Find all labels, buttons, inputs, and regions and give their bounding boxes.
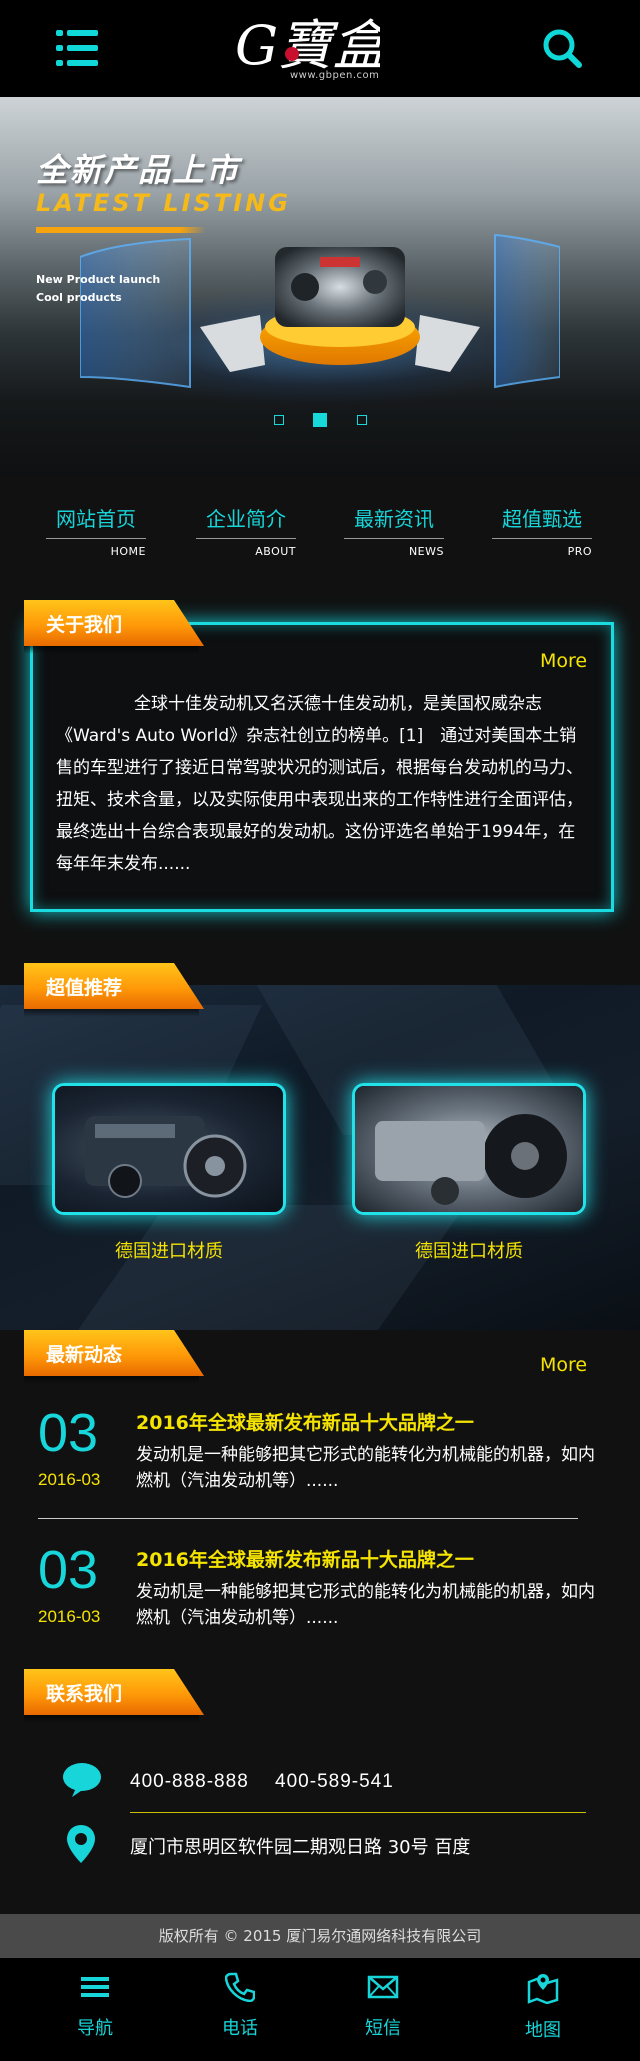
news-divider <box>38 1518 578 1519</box>
nav-pro[interactable]: 超值甄选 PRO <box>492 503 592 558</box>
top-header: G寶盒 www.gbpen.com <box>0 0 640 97</box>
nav-about[interactable]: 企业简介 ABOUT <box>196 503 296 558</box>
tab-map[interactable]: 地图 <box>488 1972 598 2042</box>
contact-heading: 联系我们 <box>24 1669 204 1723</box>
news-more-link[interactable]: More <box>540 1354 587 1376</box>
news-heading: 最新动态 <box>24 1330 204 1384</box>
chat-bubble-icon <box>63 1763 101 1797</box>
tab-phone-label: 电话 <box>222 2018 258 2039</box>
nav-about-sub: ABOUT <box>255 545 296 558</box>
about-text: 全球十佳发动机又名沃德十佳发动机，是美国权威杂志《Ward's Auto Wor… <box>56 694 583 874</box>
news-date: 2016-03 <box>38 1607 101 1626</box>
about-more-link[interactable]: More <box>540 650 587 672</box>
product-stage-illustration <box>80 233 560 389</box>
about-heading-label: 关于我们 <box>46 614 123 636</box>
news-date: 2016-03 <box>38 1470 101 1489</box>
engine-image-1 <box>85 1116 247 1198</box>
tab-nav-label: 导航 <box>77 2018 113 2039</box>
bottom-tabbar: 导航 电话 短信 地图 <box>0 1958 640 2061</box>
about-heading: 关于我们 <box>24 600 204 654</box>
product-caption-2: 德国进口材质 <box>415 1241 523 1262</box>
banner-line-1: New Product launch <box>36 273 161 286</box>
nav-news-sub: NEWS <box>408 545 444 558</box>
nav-news[interactable]: 最新资讯 NEWS <box>344 503 444 558</box>
logo-url: www.gbpen.com <box>290 70 380 81</box>
news-excerpt: 发动机是一种能够把其它形式的能转化为机械能的机器，如内燃机（汽油发动机等）...… <box>136 1582 595 1628</box>
tab-phone[interactable]: 电话 <box>185 1972 295 2040</box>
menu-icon[interactable] <box>56 30 98 66</box>
contact-address[interactable]: 厦门市思明区软件园二期观日路 30号 百度 <box>130 1833 470 1859</box>
banner-subtitle: LATEST LISTING <box>36 189 291 217</box>
nav-about-label: 企业简介 <box>196 503 296 539</box>
hero-banner[interactable]: 全新产品上市 LATEST LISTING New Product launch… <box>0 97 640 477</box>
slide-dot-3[interactable] <box>357 415 367 425</box>
news-day: 03 <box>38 1403 99 1463</box>
recommend-heading: 超值推荐 <box>24 963 204 1017</box>
news-heading-label: 最新动态 <box>46 1344 123 1366</box>
nav-pro-sub: PRO <box>567 545 592 558</box>
tab-nav[interactable]: 导航 <box>40 1972 150 2040</box>
contact-phones[interactable]: 400-888-888 400-589-541 <box>130 1766 394 1793</box>
nav-home[interactable]: 网站首页 HOME <box>46 503 146 558</box>
tab-sms[interactable]: 短信 <box>328 1972 438 2040</box>
envelope-icon <box>367 1975 399 1999</box>
search-icon[interactable] <box>540 26 584 70</box>
product-caption-1: 德国进口材质 <box>115 1241 223 1262</box>
nav-home-sub: HOME <box>110 545 146 558</box>
news-title[interactable]: 2016年全球最新发布新品十大品牌之一 <box>136 1545 474 1572</box>
engine-image-2 <box>375 1114 567 1205</box>
nav-home-label: 网站首页 <box>46 503 146 539</box>
contact-divider <box>130 1812 586 1813</box>
news-day: 03 <box>38 1540 99 1600</box>
copyright: 版权所有 © 2015 厦门易尔通网络科技有限公司 <box>0 1914 640 1958</box>
main-nav: 网站首页 HOME 企业简介 ABOUT 最新资讯 NEWS 超值甄选 PRO <box>0 477 640 587</box>
banner-line-2: Cool products <box>36 291 122 304</box>
recommend-heading-label: 超值推荐 <box>46 977 123 999</box>
product-card-1[interactable] <box>52 1083 286 1215</box>
logo-g: G寶盒 <box>235 14 380 77</box>
banner-underline <box>36 227 206 233</box>
location-pin-icon <box>67 1825 95 1863</box>
slide-dot-1[interactable] <box>274 415 284 425</box>
list-icon <box>81 1977 109 1997</box>
map-icon <box>527 1974 559 2004</box>
slide-dot-2[interactable] <box>313 413 327 427</box>
news-excerpt: 发动机是一种能够把其它形式的能转化为机械能的机器，如内燃机（汽油发动机等）...… <box>136 1445 595 1491</box>
contact-heading-label: 联系我们 <box>46 1683 123 1705</box>
phone-icon <box>225 1972 255 2002</box>
product-card-2[interactable] <box>352 1083 586 1215</box>
nav-news-label: 最新资讯 <box>344 503 444 539</box>
nav-pro-label: 超值甄选 <box>492 503 592 539</box>
banner-title: 全新产品上市 <box>36 151 241 189</box>
tab-sms-label: 短信 <box>365 2018 401 2039</box>
news-title[interactable]: 2016年全球最新发布新品十大品牌之一 <box>136 1408 474 1435</box>
tab-map-label: 地图 <box>525 2020 561 2041</box>
